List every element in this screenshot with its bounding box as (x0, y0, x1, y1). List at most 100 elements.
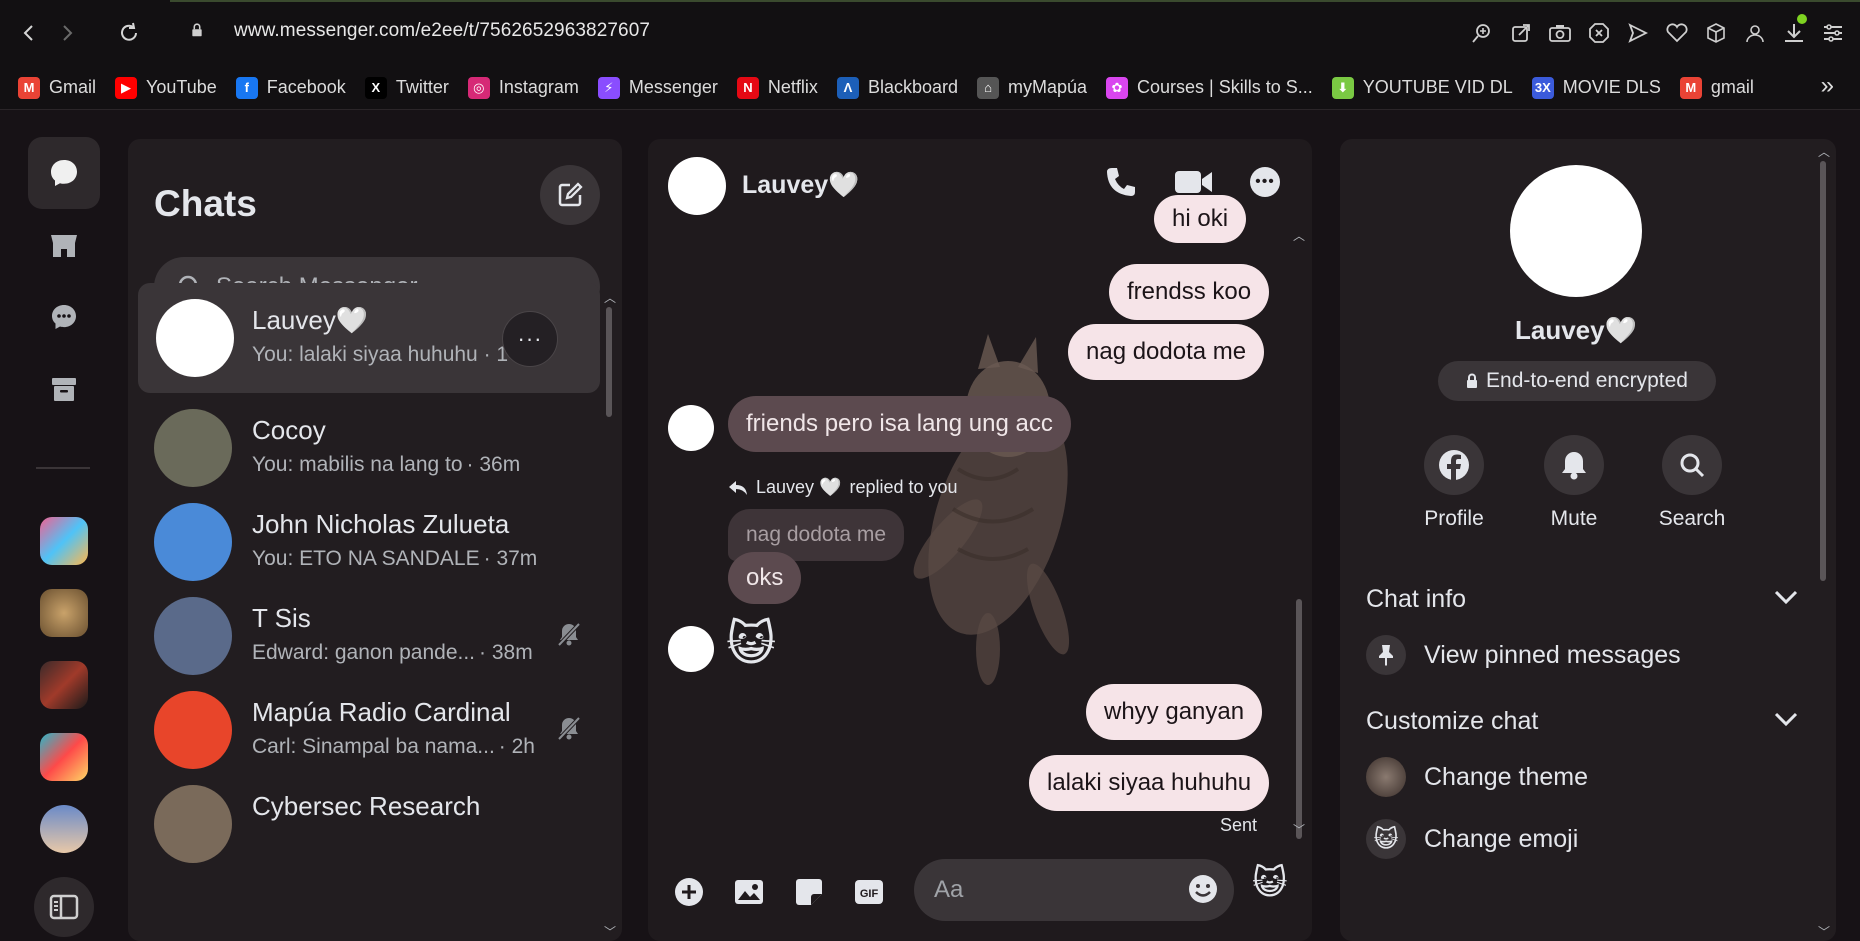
compose-icon (558, 182, 583, 207)
rail-archive-button[interactable] (28, 353, 100, 425)
quick-reaction-button[interactable]: 😺 (1252, 863, 1287, 903)
chat-name: Cocoy (252, 415, 326, 445)
chat-list-item[interactable]: Lauvey🤍 You: lalaki siyaa huhuhu · 1 ··· (138, 283, 600, 393)
mute-action-button[interactable]: Mute (1514, 435, 1634, 531)
info-scrollbar[interactable] (1820, 161, 1826, 581)
bookmark-item[interactable]: 3X MOVIE DLS (1531, 76, 1661, 99)
bookmark-item[interactable]: f Facebook (235, 76, 346, 99)
emoji-message[interactable]: 😺 (726, 615, 776, 675)
message-bubble-sent[interactable]: whyy ganyan (1086, 684, 1263, 740)
change-theme[interactable]: Change theme (1366, 757, 1588, 797)
video-camera-icon (1175, 171, 1212, 193)
contact-small-avatar[interactable] (668, 626, 714, 672)
conversation-info-button[interactable]: ••• (1250, 167, 1280, 197)
view-pinned-messages[interactable]: View pinned messages (1366, 635, 1681, 675)
menu-icon[interactable] (1813, 18, 1852, 48)
scroll-down-icon[interactable]: ﹀ (1293, 821, 1305, 838)
more-actions-button[interactable] (672, 875, 706, 909)
bookmark-item[interactable]: X Twitter (364, 76, 449, 99)
encryption-label: End-to-end encrypted (1486, 369, 1688, 392)
bookmark-item[interactable]: ✿ Courses | Skills to S... (1106, 76, 1313, 99)
rail-requests-button[interactable] (28, 281, 100, 353)
reload-button[interactable] (114, 18, 144, 48)
chat-preview: Edward: ganon pande... · 38m (252, 641, 533, 665)
chat-options-button[interactable]: ··· (502, 311, 558, 367)
gif-icon: GIF (855, 880, 883, 904)
chat-info-section[interactable]: Chat info (1366, 585, 1466, 614)
muted-bell-icon (557, 622, 581, 647)
bookmark-item[interactable]: ⬇ YOUTUBE VID DL (1331, 76, 1513, 99)
sticker-icon (796, 879, 822, 905)
rail-community-5[interactable] (40, 805, 88, 853)
gif-button[interactable]: GIF (852, 875, 886, 909)
message-bubble-sent[interactable]: frendss koo (1109, 264, 1270, 320)
new-message-button[interactable] (540, 165, 600, 225)
emoji-picker-button[interactable] (1188, 874, 1218, 911)
box-icon[interactable] (1696, 18, 1735, 48)
voice-call-button[interactable] (1104, 165, 1138, 204)
pin-icon (1366, 635, 1406, 675)
bookmark-item[interactable]: N Netflix (736, 76, 818, 99)
sticker-button[interactable] (792, 875, 826, 909)
search-action-button[interactable]: Search (1632, 435, 1752, 531)
message-bubble-sent[interactable]: hi oki (1154, 195, 1247, 243)
scroll-up-icon[interactable]: ︿ (604, 289, 616, 306)
scroll-up-icon[interactable]: ︿ (1818, 143, 1830, 160)
rail-community-2[interactable] (40, 589, 88, 637)
message-bubble-received[interactable]: oks (728, 552, 802, 604)
scroll-down-icon[interactable]: ﹀ (604, 923, 616, 940)
customize-chat-section[interactable]: Customize chat (1366, 707, 1538, 736)
rail-community-4[interactable] (40, 733, 88, 781)
address-bar[interactable]: www.messenger.com/e2ee/t/756265296382760… (234, 20, 650, 42)
rail-toggle-sidebar-button[interactable] (34, 877, 94, 937)
chat-preview: You: mabilis na lang to · 36m (252, 453, 520, 477)
sidebar-toggle-icon (49, 894, 79, 920)
bookmark-item[interactable]: M Gmail (18, 76, 96, 99)
bookmark-favicon-icon: ▶ (115, 76, 138, 99)
zoom-icon[interactable] (1462, 18, 1501, 48)
contact-name[interactable]: Lauvey🤍 (742, 171, 859, 200)
rail-chats-button[interactable] (28, 137, 100, 209)
bookmark-item[interactable]: ◎ Instagram (467, 76, 579, 99)
rail-community-3[interactable] (40, 661, 88, 709)
chevron-down-icon[interactable] (1774, 711, 1798, 727)
bookmark-item[interactable]: Λ Blackboard (836, 76, 958, 99)
heart-icon[interactable] (1657, 18, 1696, 48)
encryption-badge[interactable]: End-to-end encrypted (1438, 361, 1716, 401)
download-icon[interactable] (1774, 14, 1813, 48)
message-input[interactable]: Aa (914, 859, 1234, 921)
scroll-down-icon[interactable]: ﹀ (1818, 923, 1830, 940)
bookmark-item[interactable]: ▶ YouTube (115, 76, 217, 99)
message-bubble-sent[interactable]: nag dodota me (1068, 324, 1265, 380)
profile-icon[interactable] (1735, 18, 1774, 48)
contact-avatar[interactable] (668, 157, 726, 215)
bookmark-item[interactable]: ⌂ myMapúa (977, 76, 1087, 99)
sent-status: Sent (1220, 815, 1258, 835)
smiley-icon (1189, 875, 1217, 903)
send-icon[interactable] (1618, 18, 1657, 48)
scroll-up-icon[interactable]: ︿ (1293, 227, 1305, 244)
rail-community-1[interactable] (40, 517, 88, 565)
chat-list-scrollbar[interactable] (606, 307, 612, 417)
share-icon[interactable] (1501, 18, 1540, 48)
change-emoji[interactable]: 😺 Change emoji (1366, 819, 1578, 859)
rail-marketplace-button[interactable] (28, 209, 100, 281)
camera-icon[interactable] (1540, 18, 1579, 48)
chevron-down-icon[interactable] (1774, 589, 1798, 605)
bookmarks-overflow-button[interactable]: » (1821, 72, 1834, 100)
contact-small-avatar[interactable] (668, 405, 714, 451)
attach-photo-button[interactable] (732, 875, 766, 909)
profile-action-button[interactable]: Profile (1394, 435, 1514, 531)
more-dots-icon: ••• (1255, 173, 1275, 190)
bookmark-item[interactable]: Mgmail (1679, 76, 1754, 99)
info-avatar[interactable] (1510, 165, 1642, 297)
message-bubble-received[interactable]: friends pero isa lang ung acc (728, 396, 1071, 452)
adblock-icon[interactable] (1579, 18, 1618, 48)
chat-list-item[interactable]: Cybersec Research (138, 769, 600, 879)
chat-bubble-icon (51, 160, 77, 186)
message-bubble-sent[interactable]: lalaki siyaa huhuhu (1029, 755, 1270, 811)
forward-button[interactable] (52, 18, 82, 48)
bookmark-item[interactable]: ⚡ Messenger (597, 76, 718, 99)
back-button[interactable] (14, 18, 44, 48)
conversation-scrollbar[interactable] (1296, 599, 1302, 839)
